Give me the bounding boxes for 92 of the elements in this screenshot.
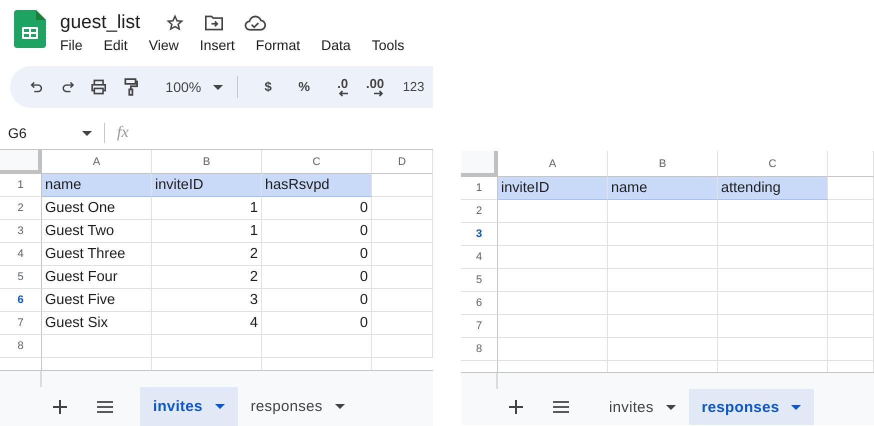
row-header[interactable]: 8 (0, 335, 42, 358)
menu-item[interactable]: Edit (104, 37, 128, 53)
caret-icon (666, 404, 676, 410)
sheet-tab[interactable]: responses (238, 387, 358, 426)
table-cell: 4 (152, 312, 262, 335)
table-cell: Guest Four (42, 266, 152, 289)
arrow-icon (374, 90, 384, 96)
table-cell: attending (718, 177, 828, 200)
zoom-dropdown[interactable]: 100% (153, 79, 230, 95)
table-cell: Guest Six (42, 312, 152, 335)
caret-icon (213, 84, 224, 90)
add-sheet-icon[interactable] (509, 400, 523, 414)
menu-item[interactable]: Data (321, 37, 351, 53)
row-header[interactable]: 5 (0, 266, 42, 289)
table-cell: name (608, 177, 718, 200)
row-header[interactable]: 7 (461, 315, 498, 338)
row-header[interactable]: 6 (0, 289, 42, 312)
table-cell (828, 200, 874, 223)
number-format-button[interactable]: 123 (404, 81, 423, 93)
table-cell: 0 (262, 220, 372, 243)
table-cell (372, 266, 433, 289)
table-cell (828, 315, 874, 338)
arrow-icon (338, 90, 348, 96)
table-cell: inviteID (152, 174, 262, 197)
table-cell: 0 (262, 312, 372, 335)
table-cell: Guest Five (42, 289, 152, 312)
column-header[interactable]: D (372, 150, 433, 174)
menu-item[interactable]: View (148, 37, 179, 53)
add-sheet-icon[interactable] (53, 400, 67, 414)
table-cell: 0 (262, 289, 372, 312)
decrease-decimals-button[interactable]: .0 (332, 78, 348, 96)
caret-icon (82, 130, 92, 136)
table-cell: 2 (152, 266, 262, 289)
table-cell (372, 312, 433, 335)
name-box[interactable]: G6 (8, 125, 82, 141)
table-cell: 0 (262, 266, 372, 289)
table-cell: name (42, 174, 152, 197)
table-cell: 0 (262, 243, 372, 266)
currency-button[interactable]: $ (260, 81, 276, 93)
table-cell (372, 220, 433, 243)
table-cell (372, 289, 433, 312)
sheets-logo-icon[interactable] (14, 10, 46, 48)
row-header[interactable]: 2 (0, 197, 42, 220)
table-cell: Guest Three (42, 243, 152, 266)
row-header[interactable]: 3 (0, 220, 42, 243)
table-cell (372, 243, 433, 266)
menu-item[interactable]: File (60, 37, 83, 53)
row-header[interactable]: 6 (461, 292, 498, 315)
row-header[interactable]: 7 (0, 312, 42, 335)
print-icon[interactable] (90, 77, 108, 97)
sheet-tab[interactable]: invites (140, 387, 238, 426)
menu-item[interactable]: Format (256, 37, 300, 53)
row-header[interactable]: 5 (461, 269, 498, 292)
menu-item[interactable]: Insert (200, 37, 235, 53)
table-cell: inviteID (498, 177, 608, 200)
table-cell: Guest Two (42, 220, 152, 243)
row-header[interactable]: 8 (461, 338, 498, 361)
document-title[interactable]: guest_list (60, 12, 140, 34)
cloud-check-icon[interactable] (244, 14, 266, 32)
table-cell (372, 335, 433, 358)
row-header[interactable]: 2 (461, 200, 498, 223)
table-cell: hasRsvpd (262, 174, 372, 197)
row-header[interactable]: 3 (461, 223, 498, 246)
table-cell: Guest One (42, 197, 152, 220)
paint-roller-icon[interactable] (122, 77, 138, 97)
table-cell (828, 223, 874, 246)
percent-button[interactable]: % (296, 81, 312, 93)
table-cell (372, 174, 433, 197)
table-cell (372, 197, 433, 220)
table-cell: 0 (262, 197, 372, 220)
table-cell: 2 (152, 243, 262, 266)
caret-icon (334, 404, 345, 409)
function-label: fx (117, 124, 129, 142)
row-header[interactable]: 4 (0, 243, 42, 266)
sheet-tab[interactable]: invites (596, 389, 689, 425)
menu-item[interactable]: Tools (372, 37, 404, 53)
table-cell: 1 (152, 197, 262, 220)
move-folder-icon[interactable] (204, 14, 224, 32)
table-cell: 3 (152, 289, 262, 312)
row-header[interactable]: 4 (461, 246, 498, 269)
caret-icon (791, 404, 802, 410)
table-cell (828, 177, 874, 200)
table-cell (828, 269, 874, 292)
star-icon[interactable] (166, 14, 184, 32)
sheet-list-icon[interactable] (97, 400, 113, 412)
sheet-tab[interactable]: responses (688, 389, 814, 425)
table-cell: 1 (152, 220, 262, 243)
increase-decimals-button[interactable]: .00 (368, 78, 384, 96)
table-cell (828, 292, 874, 315)
sheet-list-icon[interactable] (553, 401, 569, 413)
caret-icon (214, 404, 225, 409)
table-cell (828, 246, 874, 269)
